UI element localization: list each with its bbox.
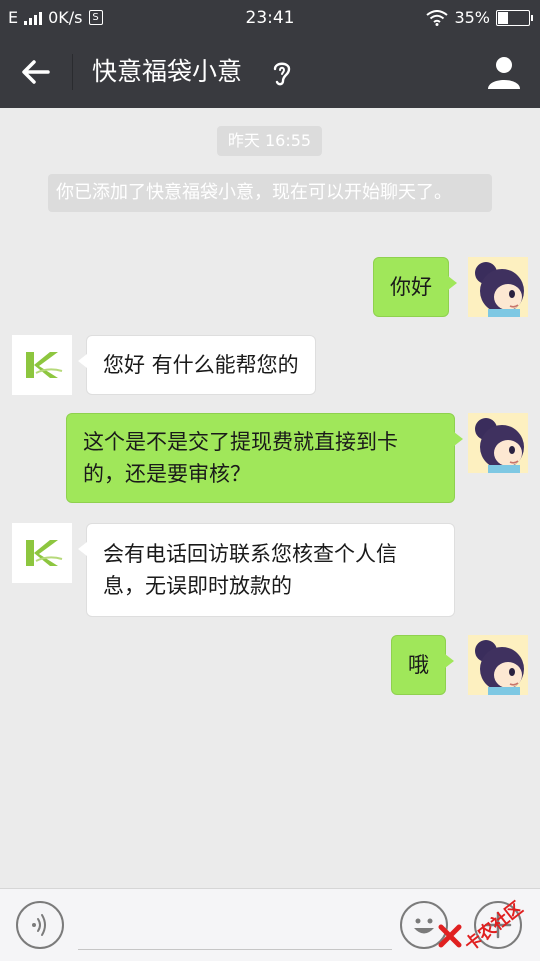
message-bubble[interactable]: 这个是不是交了提现费就直接到卡的，还是要审核？ (66, 413, 463, 503)
emoji-button[interactable] (400, 901, 448, 949)
back-button[interactable] (14, 50, 58, 94)
chat-history[interactable]: 昨天 16:55 你已添加了快意福袋小意，现在可以开始聊天了。 你好 您好 有什… (0, 108, 540, 888)
input-bar (0, 888, 540, 961)
message-bubble[interactable]: 会有电话回访联系您核查个人信息，无误即时放款的 (78, 523, 455, 617)
voice-button[interactable] (16, 901, 64, 949)
message-row: 你好 (0, 257, 540, 317)
my-avatar[interactable] (468, 257, 528, 317)
contact-avatar[interactable] (12, 523, 72, 583)
brand-logo-icon (26, 540, 63, 566)
system-message: 你已添加了快意福袋小意，现在可以开始聊天了。 (48, 174, 492, 212)
contact-avatar[interactable] (12, 335, 72, 395)
wifi-icon (426, 9, 449, 26)
message-input[interactable] (78, 903, 392, 950)
message-row: 这个是不是交了提现费就直接到卡的，还是要审核？ (0, 413, 540, 505)
message-row: 您好 有什么能帮您的 (0, 335, 540, 395)
ear-icon (270, 58, 294, 88)
smiley-icon (414, 918, 434, 934)
more-button[interactable] (474, 901, 522, 949)
my-avatar[interactable] (468, 413, 528, 473)
plus-icon (484, 911, 512, 939)
message-row: 哦 (0, 635, 540, 695)
message-row: 会有电话回访联系您核查个人信息，无误即时放款的 (0, 523, 540, 617)
battery-fill (498, 11, 508, 24)
my-avatar[interactable] (468, 635, 528, 695)
arrow-left-icon (22, 60, 50, 84)
message-bubble[interactable]: 您好 有什么能帮您的 (78, 335, 316, 395)
chat-header: 快意福袋小意 (0, 36, 540, 108)
person-icon (488, 57, 520, 89)
battery-percent: 35% (454, 8, 490, 27)
battery-icon (496, 9, 533, 26)
header-divider (72, 54, 73, 90)
message-bubble[interactable]: 你好 (373, 257, 457, 317)
status-bar: E 0K/s S 23:41 35% (0, 0, 540, 36)
brand-logo-icon (26, 352, 63, 378)
status-right: 35% (426, 8, 533, 27)
timestamp: 昨天 16:55 (217, 126, 322, 156)
voice-icon (32, 914, 46, 936)
chat-info-button[interactable] (484, 52, 524, 92)
page-title: 快意福袋小意 (92, 57, 243, 86)
message-bubble[interactable]: 哦 (391, 635, 454, 695)
